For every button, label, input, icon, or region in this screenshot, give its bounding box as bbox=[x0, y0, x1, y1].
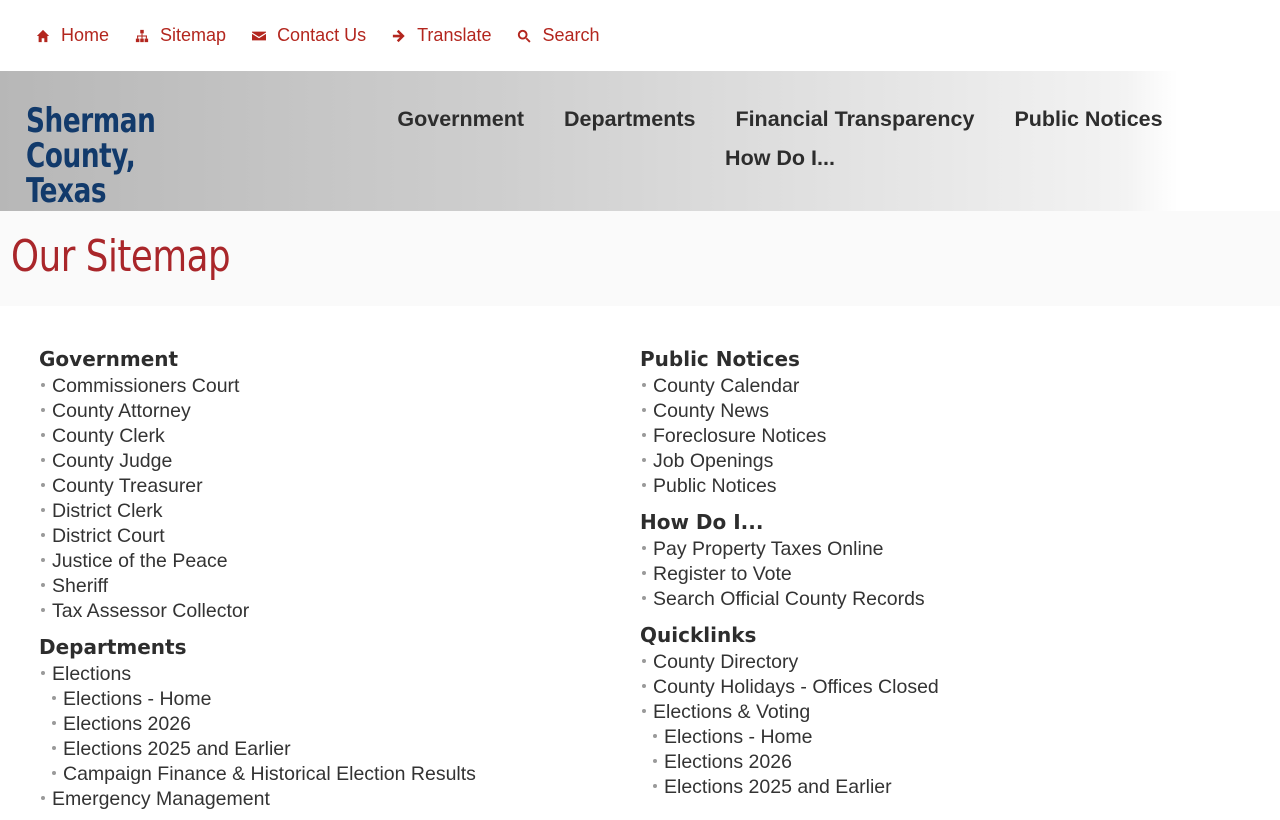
sitemap-section-quicklinks[interactable]: Quicklinks bbox=[640, 620, 939, 650]
sitemap-link[interactable]: County News bbox=[640, 399, 939, 424]
sitemap-section-public-notices[interactable]: Public Notices bbox=[640, 344, 939, 374]
arrow-right-icon bbox=[392, 29, 405, 42]
site-header: Sherman County, Texas Government Departm… bbox=[0, 71, 1280, 211]
sitemap-link[interactable]: Tax Assessor Collector bbox=[39, 599, 476, 624]
utility-sitemap-label: Sitemap bbox=[160, 25, 227, 45]
utility-home-label: Home bbox=[61, 25, 110, 45]
sitemap-section-how-do-i[interactable]: How Do I... bbox=[640, 507, 939, 537]
utility-translate-link[interactable]: Translate bbox=[392, 25, 491, 46]
sitemap-link[interactable]: District Court bbox=[39, 524, 476, 549]
sitemap-icon bbox=[135, 29, 149, 42]
envelope-icon bbox=[252, 31, 267, 40]
sitemap-list-departments: Elections Elections - Home Elections 202… bbox=[39, 662, 476, 812]
sitemap-sublink[interactable]: Elections - Home bbox=[640, 725, 939, 750]
sitemap-section-government[interactable]: Government bbox=[39, 344, 476, 374]
sitemap-link[interactable]: County Calendar bbox=[640, 374, 939, 399]
utility-contact-label: Contact Us bbox=[277, 25, 367, 45]
sitemap-link[interactable]: County Treasurer bbox=[39, 474, 476, 499]
sitemap-link[interactable]: Justice of the Peace bbox=[39, 549, 476, 574]
sitemap-link[interactable]: County Attorney bbox=[39, 399, 476, 424]
sitemap-link[interactable]: County Holidays - Offices Closed bbox=[640, 675, 939, 700]
sitemap-sublink[interactable]: Campaign Finance & Historical Election R… bbox=[39, 762, 476, 787]
sitemap-list-how-do-i: Pay Property Taxes Online Register to Vo… bbox=[640, 537, 939, 612]
sitemap: Government Commissioners Court County At… bbox=[0, 306, 1280, 810]
sitemap-column-right: Public Notices County Calendar County Ne… bbox=[640, 344, 939, 808]
sitemap-link[interactable]: County Judge bbox=[39, 449, 476, 474]
site-name-line2: Texas bbox=[26, 171, 107, 211]
page-title: Our Sitemap bbox=[11, 231, 231, 282]
sitemap-sublink[interactable]: Elections 2026 bbox=[39, 712, 476, 737]
sitemap-list-quicklinks: County Directory County Holidays - Offic… bbox=[640, 650, 939, 800]
site-logo-text[interactable]: Sherman County, Texas bbox=[26, 104, 250, 209]
sitemap-link[interactable]: District Clerk bbox=[39, 499, 476, 524]
sitemap-link[interactable]: Search Official County Records bbox=[640, 587, 939, 612]
utility-nav: Home Sitemap Contact Us Translate Search bbox=[0, 0, 1280, 71]
sitemap-link[interactable]: Foreclosure Notices bbox=[640, 424, 939, 449]
sitemap-link[interactable]: Pay Property Taxes Online bbox=[640, 537, 939, 562]
sitemap-link[interactable]: Public Notices bbox=[640, 474, 939, 499]
sitemap-link[interactable]: Elections & Voting bbox=[640, 700, 939, 725]
sitemap-list-public-notices: County Calendar County News Foreclosure … bbox=[640, 374, 939, 499]
utility-home-link[interactable]: Home bbox=[36, 25, 109, 46]
sitemap-link[interactable]: County Directory bbox=[640, 650, 939, 675]
nav-government[interactable]: Government bbox=[377, 103, 544, 142]
nav-public-notices[interactable]: Public Notices bbox=[994, 103, 1182, 142]
sitemap-sublink[interactable]: Elections 2025 and Earlier bbox=[640, 775, 939, 800]
sitemap-link[interactable]: Elections bbox=[39, 662, 476, 687]
sitemap-link[interactable]: County Clerk bbox=[39, 424, 476, 449]
search-icon bbox=[518, 29, 532, 43]
utility-translate-label: Translate bbox=[417, 25, 492, 45]
sitemap-column-left: Government Commissioners Court County At… bbox=[39, 344, 476, 820]
sitemap-link[interactable]: Commissioners Court bbox=[39, 374, 476, 399]
sitemap-link[interactable]: Job Openings bbox=[640, 449, 939, 474]
nav-departments[interactable]: Departments bbox=[544, 103, 715, 142]
sitemap-list-government: Commissioners Court County Attorney Coun… bbox=[39, 374, 476, 624]
site-name-line1: Sherman County, bbox=[26, 101, 156, 176]
utility-search-label: Search bbox=[542, 25, 600, 45]
sitemap-sublink[interactable]: Elections - Home bbox=[39, 687, 476, 712]
sitemap-link[interactable]: Register to Vote bbox=[640, 562, 939, 587]
home-icon bbox=[36, 29, 50, 42]
nav-financial-transparency[interactable]: Financial Transparency bbox=[715, 103, 994, 142]
sitemap-section-departments[interactable]: Departments bbox=[39, 632, 476, 662]
sitemap-sublink[interactable]: Elections 2026 bbox=[640, 750, 939, 775]
utility-search-link[interactable]: Search bbox=[517, 25, 600, 46]
sitemap-link[interactable]: Sheriff bbox=[39, 574, 476, 599]
utility-contact-link[interactable]: Contact Us bbox=[252, 25, 366, 46]
sitemap-sublink[interactable]: Elections 2025 and Earlier bbox=[39, 737, 476, 762]
page-title-band: Our Sitemap bbox=[0, 211, 1280, 306]
utility-sitemap-link[interactable]: Sitemap bbox=[135, 25, 226, 46]
nav-how-do-i[interactable]: How Do I... bbox=[705, 142, 855, 181]
main-nav: Government Departments Financial Transpa… bbox=[370, 103, 1190, 181]
